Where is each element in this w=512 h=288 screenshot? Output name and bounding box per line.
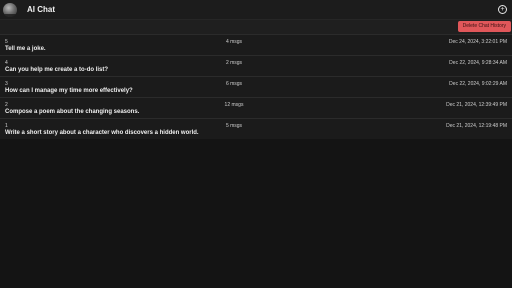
app-title: AI Chat [27, 5, 55, 14]
plus-circle-icon: + [500, 6, 505, 13]
app-header: AI Chat + [0, 0, 512, 19]
message-count: 4 msgs [225, 39, 243, 45]
chat-prompt: Tell me a joke. [5, 46, 46, 52]
message-count: 5 msgs [225, 123, 243, 129]
delete-chat-history-button[interactable]: Delete Chat History [457, 21, 511, 32]
chat-id: 1 [5, 123, 8, 129]
toolbar: Delete Chat History [0, 19, 512, 34]
chat-history-list: 5 4 msgs Dec 24, 2024, 3:22:01 PM Tell m… [0, 34, 512, 139]
chat-row[interactable]: 5 4 msgs Dec 24, 2024, 3:22:01 PM Tell m… [0, 34, 512, 55]
chat-date: Dec 22, 2024, 9:02:29 AM [449, 81, 507, 87]
avatar[interactable] [3, 2, 17, 17]
chat-id: 4 [5, 60, 8, 66]
chat-prompt: Compose a poem about the changing season… [5, 109, 140, 115]
chat-id: 3 [5, 81, 8, 87]
message-count: 12 msgs [224, 102, 244, 108]
chat-date: Dec 21, 2024, 12:39:49 PM [446, 102, 507, 108]
chat-row[interactable]: 4 2 msgs Dec 22, 2024, 9:28:34 AM Can yo… [0, 55, 512, 76]
new-chat-button[interactable]: + [498, 5, 507, 14]
chat-row[interactable]: 3 6 msgs Dec 22, 2024, 9:02:29 AM How ca… [0, 76, 512, 97]
chat-date: Dec 24, 2024, 3:22:01 PM [448, 39, 507, 45]
chat-row[interactable]: 2 12 msgs Dec 21, 2024, 12:39:49 PM Comp… [0, 97, 512, 118]
chat-prompt: How can I manage my time more effectivel… [5, 88, 133, 94]
chat-prompt: Write a short story about a character wh… [5, 130, 199, 136]
message-count: 2 msgs [225, 60, 243, 66]
chat-prompt: Can you help me create a to-do list? [5, 67, 109, 73]
chat-date: Dec 22, 2024, 9:28:34 AM [449, 60, 507, 66]
chat-id: 5 [5, 39, 8, 45]
chat-date: Dec 21, 2024, 12:19:48 PM [446, 123, 507, 129]
message-count: 6 msgs [225, 81, 243, 87]
chat-row[interactable]: 1 5 msgs Dec 21, 2024, 12:19:48 PM Write… [0, 118, 512, 139]
chat-id: 2 [5, 102, 8, 108]
